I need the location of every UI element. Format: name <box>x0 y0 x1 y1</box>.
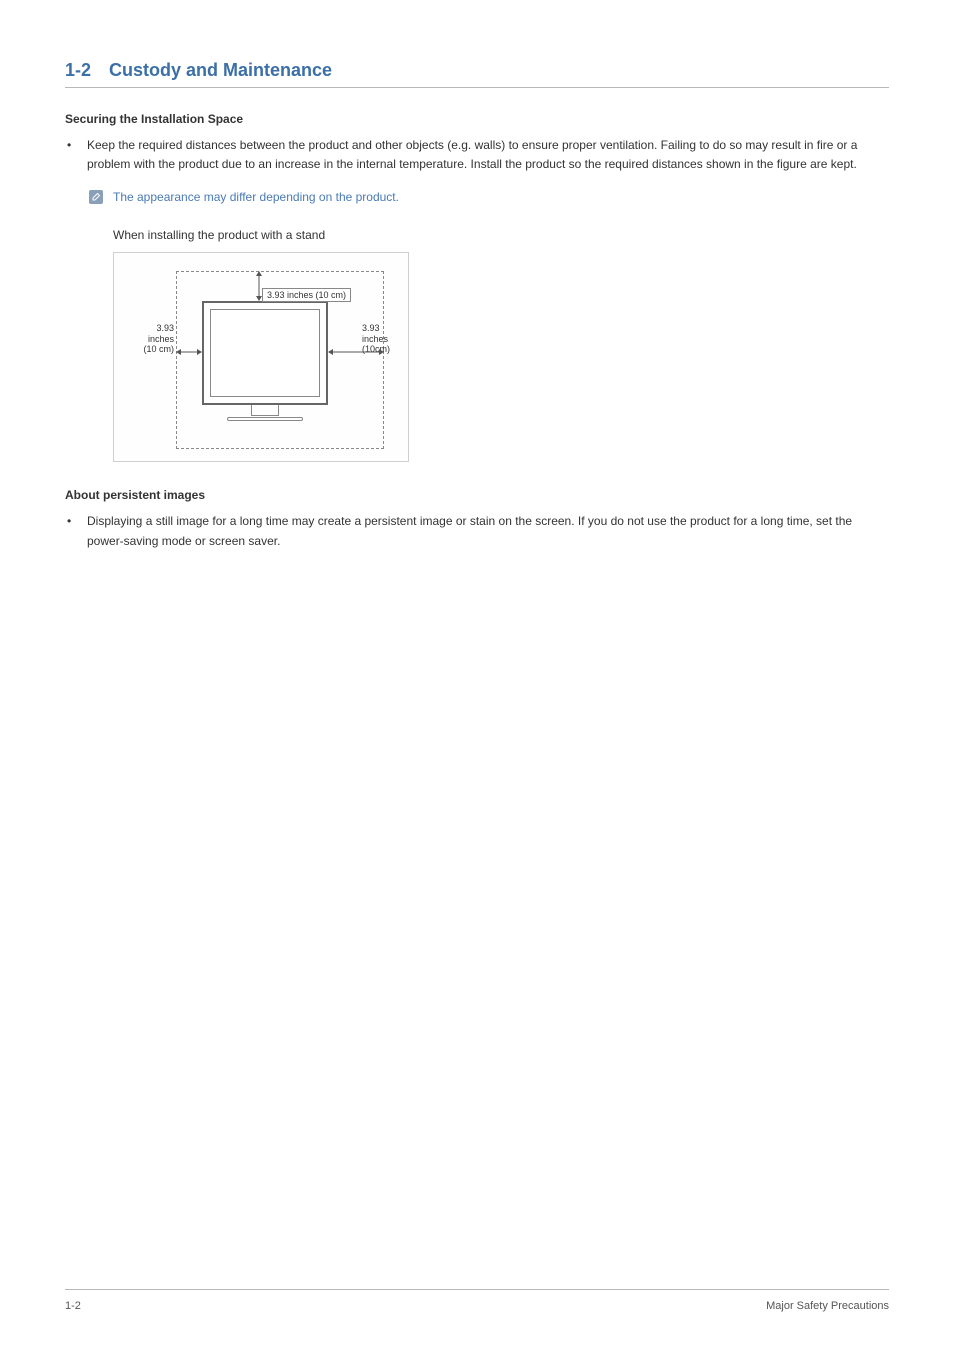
footer-divider <box>65 1289 889 1290</box>
figure-caption: When installing the product with a stand <box>113 228 889 242</box>
section-persistent-images: About persistent images • Displaying a s… <box>65 488 889 550</box>
dimension-left: 3.93 inches (10 cm) <box>128 323 174 354</box>
bullet-item: • Displaying a still image for a long ti… <box>65 512 889 550</box>
subheading-persistent: About persistent images <box>65 488 889 502</box>
section-securing-space: Securing the Installation Space • Keep t… <box>65 112 889 462</box>
footer-section-title: Major Safety Precautions <box>766 1300 889 1312</box>
bullet-item: • Keep the required distances between th… <box>65 136 889 174</box>
footer-page-number: 1-2 <box>65 1300 81 1312</box>
bullet-marker: • <box>65 512 87 550</box>
page-footer: 1-2 Major Safety Precautions <box>65 1300 889 1312</box>
bullet-text: Keep the required distances between the … <box>87 136 889 174</box>
note-callout: The appearance may differ depending on t… <box>89 190 889 204</box>
monitor-screen <box>210 309 320 397</box>
monitor-stand-neck <box>251 405 279 416</box>
note-text: The appearance may differ depending on t… <box>113 190 399 204</box>
bullet-marker: • <box>65 136 87 174</box>
bullet-text: Displaying a still image for a long time… <box>87 512 889 550</box>
subheading-securing: Securing the Installation Space <box>65 112 889 126</box>
dimension-arrow-left <box>176 347 202 357</box>
monitor-outline <box>202 301 328 405</box>
dimension-arrow-top <box>254 271 264 301</box>
note-icon <box>89 190 103 204</box>
section-number: 1-2 <box>65 60 91 80</box>
dimension-top: 3.93 inches (10 cm) <box>262 288 351 302</box>
monitor-stand-base <box>227 417 303 421</box>
installation-figure: 3.93 inches (10 cm) 3.93 inches (10 cm) … <box>113 252 409 462</box>
dimension-arrow-right <box>328 347 384 357</box>
section-header: 1-2 Custody and Maintenance <box>65 60 889 88</box>
section-title: Custody and Maintenance <box>109 60 332 80</box>
